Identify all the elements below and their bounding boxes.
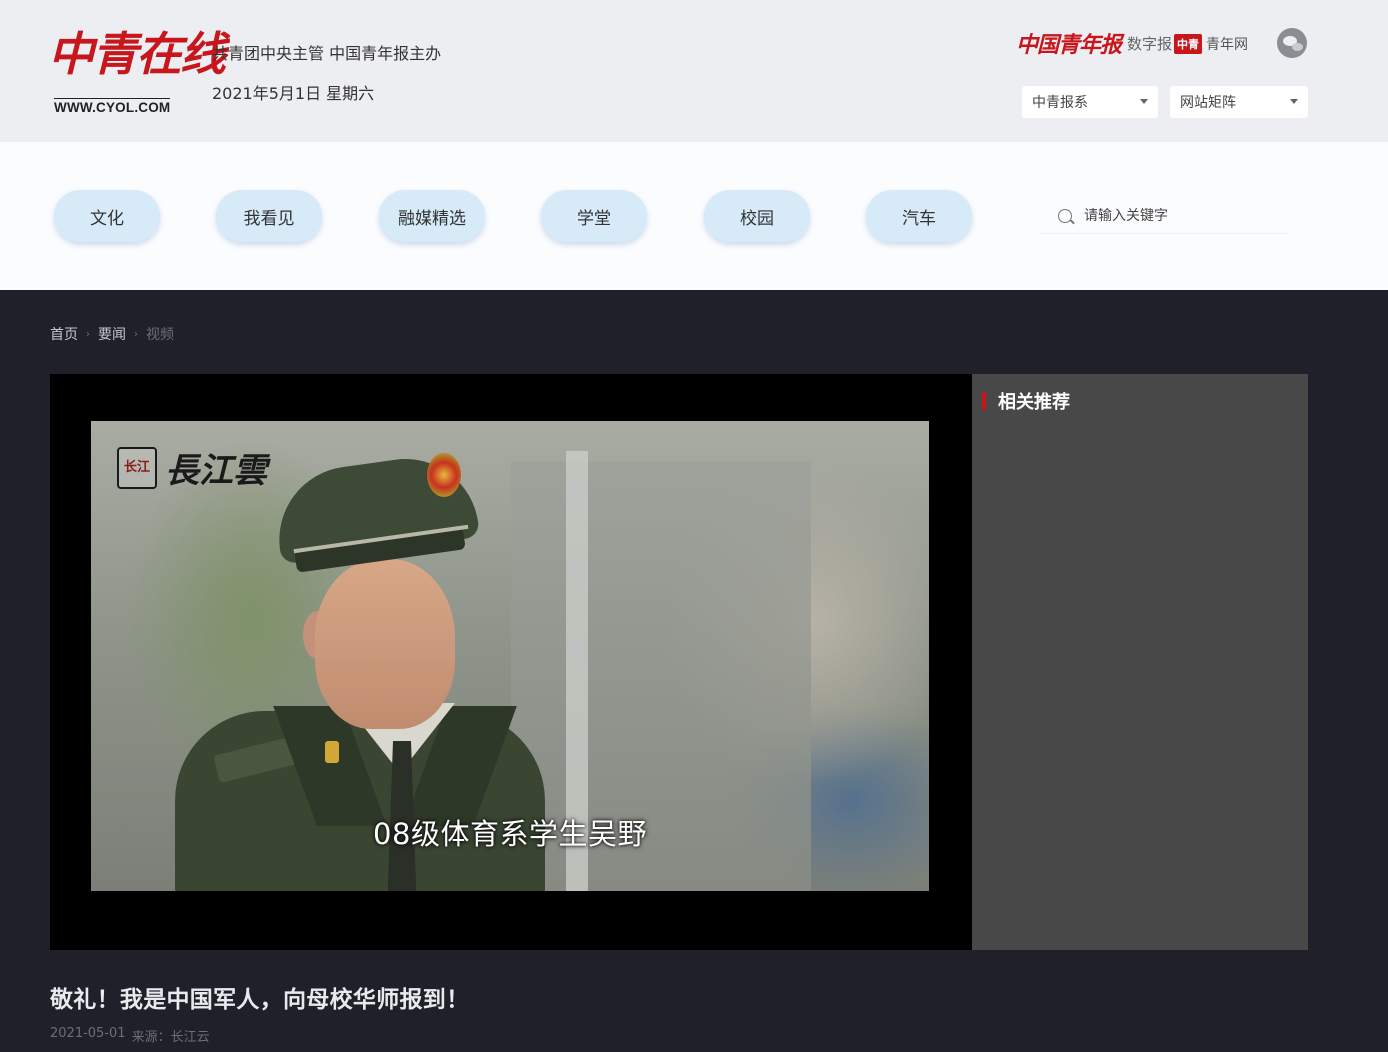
breadcrumb-separator-icon: › [86, 328, 90, 340]
breadcrumb: 首页 › 要闻 › 视频 [50, 324, 174, 344]
nav-item-campus[interactable]: 校园 [704, 190, 810, 242]
chevron-down-icon [1290, 99, 1298, 104]
article-title: 敬礼！我是中国军人，向母校华师报到！ [50, 987, 470, 1013]
broadcaster-watermark: 长江 長江雲 [117, 443, 267, 492]
breadcrumb-news[interactable]: 要闻 [98, 324, 126, 344]
breadcrumb-current: 视频 [146, 327, 174, 343]
cap-badge-icon [427, 453, 461, 497]
newspaper-group-select[interactable]: 中青报系 [1022, 86, 1158, 118]
digital-newspaper-link[interactable]: 中国青年报 数字报 [1016, 26, 1172, 60]
logo-url: WWW.CYOL.COM [54, 98, 171, 115]
related-panel: 相关推荐 [972, 374, 1308, 950]
youth-site-label: 青年网 [1206, 37, 1248, 53]
article-date: 2021-05-01 [50, 1026, 126, 1041]
breadcrumb-home[interactable]: 首页 [50, 324, 78, 344]
soldier-face [315, 559, 455, 729]
nav-item-classroom[interactable]: 学堂 [541, 190, 647, 242]
newspaper-group-select-label: 中青报系 [1032, 95, 1088, 111]
section-marker [982, 392, 986, 410]
breadcrumb-separator-icon: › [134, 328, 138, 340]
video-subtitle: 08级体育系学生吴野 [373, 817, 647, 851]
wechat-icon[interactable] [1277, 28, 1307, 58]
related-panel-header: 相关推荐 [982, 390, 1070, 413]
logo-text: 中青在线 [48, 27, 226, 81]
nav-item-i-see[interactable]: 我看见 [216, 190, 322, 242]
newspaper-brand: 中国青年报 [1016, 32, 1122, 58]
collar-pin [325, 741, 339, 763]
youth-site-badge: 中青 [1174, 34, 1202, 54]
main-nav: 文化 我看见 融媒精选 学堂 校园 汽车 [0, 142, 1388, 290]
search-input[interactable] [1084, 207, 1274, 224]
watermark-text: 長江雲 [165, 451, 267, 491]
nav-item-culture[interactable]: 文化 [54, 190, 160, 242]
watermark-seal-icon: 长江 [117, 446, 157, 489]
youth-site-link[interactable]: 中青 青年网 [1174, 32, 1248, 56]
related-panel-title: 相关推荐 [998, 392, 1070, 413]
site-header: 中青在线 WWW.CYOL.COM 共青团中央主管 中国青年报主办 2021年5… [0, 0, 1388, 142]
newspaper-label: 数字报 [1127, 34, 1173, 53]
site-tagline: 共青团中央主管 中国青年报主办 [212, 44, 442, 63]
search-icon[interactable] [1058, 208, 1072, 223]
site-matrix-select-label: 网站矩阵 [1180, 95, 1236, 111]
current-date: 2021年5月1日 星期六 [212, 84, 375, 103]
article-meta: 2021-05-01 来源：长江云 [50, 1026, 210, 1045]
nav-item-media-picks[interactable]: 融媒精选 [379, 190, 485, 242]
site-matrix-select[interactable]: 网站矩阵 [1170, 86, 1308, 118]
site-logo[interactable]: 中青在线 WWW.CYOL.COM [48, 24, 226, 120]
video-player[interactable]: 长江 長江雲 08级体育系学生吴野 [50, 374, 972, 950]
video-frame[interactable]: 长江 長江雲 08级体育系学生吴野 [91, 421, 929, 891]
chevron-down-icon [1140, 99, 1148, 104]
article-source: 来源：长江云 [131, 1030, 210, 1045]
search-box [1040, 198, 1288, 234]
nav-item-auto[interactable]: 汽车 [866, 190, 972, 242]
